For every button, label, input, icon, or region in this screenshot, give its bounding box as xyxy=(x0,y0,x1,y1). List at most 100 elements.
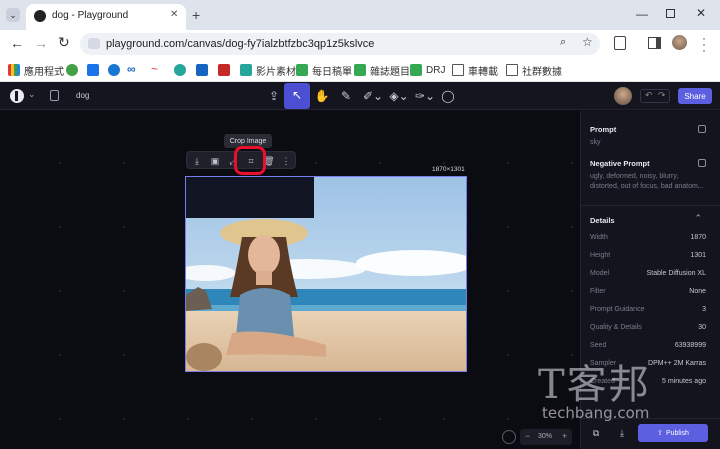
pen-tool-icon[interactable]: ✑⌄ xyxy=(412,86,438,106)
browser-tab[interactable]: dog - Playground ✕ xyxy=(26,4,186,30)
fit-view-icon[interactable] xyxy=(502,430,516,444)
back-icon[interactable]: ← xyxy=(10,35,24,51)
publish-button[interactable]: ⇪ Publish xyxy=(638,424,708,442)
crop-highlight-ring xyxy=(234,146,266,175)
browser-tab-bar: ⌄ dog - Playground ✕ + — ✕ xyxy=(0,0,720,30)
bookmark-drj[interactable]: DRJ xyxy=(410,62,445,78)
bookmark-label: DRJ xyxy=(426,64,446,76)
address-bar[interactable]: playground.com/canvas/dog-fy7ialzbtfzbc3… xyxy=(80,33,600,55)
collapse-chevron-icon[interactable]: ⌃ xyxy=(694,213,702,224)
sidebar-toggle-icon[interactable] xyxy=(50,90,59,101)
side-panel-icon[interactable] xyxy=(648,37,661,49)
copy-prompt-icon[interactable] xyxy=(698,125,706,133)
negative-prompt-value: distorted, out of focus, bad anatom... xyxy=(590,183,704,190)
detail-value: 3 xyxy=(702,306,706,313)
publish-label: Publish xyxy=(665,429,689,437)
bookmark-icon-4[interactable] xyxy=(174,64,186,76)
select-tool[interactable]: ↖ xyxy=(284,83,310,109)
upload-image-icon[interactable]: ⇪ xyxy=(264,86,284,106)
detail-label: Filter xyxy=(590,288,606,295)
download-icon[interactable]: ⤓ xyxy=(614,425,630,441)
sheets-icon xyxy=(354,64,366,76)
apps-grid-icon xyxy=(8,64,20,76)
folder-icon xyxy=(452,64,464,76)
bookmark-daily[interactable]: 每日稿單 xyxy=(296,62,352,78)
bookmark-label: 每日稿單 xyxy=(312,66,352,78)
detail-value: 63938999 xyxy=(674,342,706,349)
bookmark-label: 雜誌題目 xyxy=(370,66,410,78)
edit-image-icon[interactable]: ✎ xyxy=(336,86,356,106)
bookmark-icon-3[interactable] xyxy=(108,64,120,76)
bookmark-video[interactable]: 影片素材 xyxy=(240,62,296,78)
undo-redo-group: ↶ ↷ xyxy=(640,89,670,103)
forward-icon[interactable]: → xyxy=(34,35,48,51)
details-label: Details xyxy=(590,216,615,225)
zoom-in-icon[interactable]: + xyxy=(562,431,567,441)
bookmark-label: 影片素材 xyxy=(256,66,296,78)
prompt-value: sky xyxy=(590,139,601,146)
window-close-icon[interactable]: ✕ xyxy=(696,6,706,20)
bookmark-icon-5[interactable] xyxy=(196,64,208,76)
negative-prompt-value: ugly, deformed, noisy, blurry, xyxy=(590,173,679,180)
bookmark-apps[interactable]: 應用程式 xyxy=(8,62,64,78)
prompt-label: Prompt xyxy=(590,125,617,134)
reload-icon[interactable]: ↻ xyxy=(58,34,70,51)
bookmark-folder-2[interactable]: 社群數據 xyxy=(506,62,562,78)
site-info-icon[interactable] xyxy=(88,38,100,49)
minimize-icon[interactable]: — xyxy=(636,7,648,21)
bookmark-magazine[interactable]: 雜誌題目 xyxy=(354,62,410,78)
bookmark-icon-1[interactable] xyxy=(66,64,78,76)
user-avatar[interactable] xyxy=(614,87,632,105)
meta-icon[interactable]: ∞ xyxy=(127,62,136,76)
bookmark-icon-6[interactable] xyxy=(218,64,230,76)
publish-icon: ⇪ xyxy=(657,430,663,437)
file-name[interactable]: dog xyxy=(76,91,89,100)
bookmark-folder-1[interactable]: 車轉載 xyxy=(452,62,498,78)
maximize-icon[interactable] xyxy=(666,9,675,18)
new-tab-icon[interactable]: + xyxy=(192,7,200,23)
hand-tool-icon[interactable]: ✋ xyxy=(312,86,332,106)
divider xyxy=(580,205,720,206)
copy-negative-prompt-icon[interactable] xyxy=(698,159,706,167)
share-button[interactable]: Share xyxy=(678,88,712,104)
bookmark-star-icon[interactable]: ☆ xyxy=(582,35,593,49)
image-variation-icon[interactable]: ▣ xyxy=(208,154,222,168)
detail-value: 30 xyxy=(698,324,706,331)
folder-icon xyxy=(506,64,518,76)
url-text[interactable]: playground.com/canvas/dog-fy7ialzbtfzbc3… xyxy=(106,38,374,50)
detail-label: Model xyxy=(590,270,610,277)
comment-icon[interactable]: ◯ xyxy=(438,86,458,106)
sheets-icon xyxy=(410,64,422,76)
detail-label: Height xyxy=(590,252,611,259)
bookmark-label: 車轉載 xyxy=(468,66,498,78)
logo-menu-chevron-icon[interactable]: ⌄ xyxy=(28,89,36,100)
profile-avatar[interactable] xyxy=(672,35,687,50)
fill-tool-icon[interactable]: ◈⌄ xyxy=(386,86,412,106)
tab-search-icon[interactable]: ⌄ xyxy=(6,8,20,22)
tab-close-icon[interactable]: ✕ xyxy=(170,9,178,20)
generated-image[interactable] xyxy=(185,176,467,372)
menu-kebab-icon[interactable]: · · · xyxy=(702,32,706,56)
sheets-icon xyxy=(296,64,308,76)
detail-label: Prompt Guidance xyxy=(590,306,645,313)
zoom-out-icon[interactable]: − xyxy=(525,431,530,441)
redo-icon[interactable]: ↷ xyxy=(658,90,666,101)
brush-tool-icon[interactable]: ✐⌄ xyxy=(360,86,386,106)
copy-icon[interactable]: ⧉ xyxy=(588,425,604,441)
zoom-control: − 30% + xyxy=(520,429,572,445)
trend-icon[interactable]: ~ xyxy=(151,62,158,76)
image-dimensions: 1870×1301 xyxy=(432,166,465,173)
zoom-icon[interactable]: ⌕ xyxy=(560,36,566,49)
detail-value: DPM++ 2M Karras xyxy=(648,360,706,367)
download-icon[interactable]: ⤓ xyxy=(190,154,204,168)
extensions-icon[interactable] xyxy=(614,36,626,50)
detail-value: None xyxy=(689,288,706,295)
playground-logo[interactable] xyxy=(10,89,24,103)
negative-prompt-label: Negative Prompt xyxy=(590,159,650,168)
undo-icon[interactable]: ↶ xyxy=(645,90,653,101)
beach-scene-image xyxy=(186,177,466,371)
detail-label: Width xyxy=(590,234,608,241)
zoom-level: 30% xyxy=(538,433,553,440)
bookmark-icon-2[interactable] xyxy=(87,64,99,76)
more-options-icon[interactable]: ⋮ xyxy=(279,154,293,168)
